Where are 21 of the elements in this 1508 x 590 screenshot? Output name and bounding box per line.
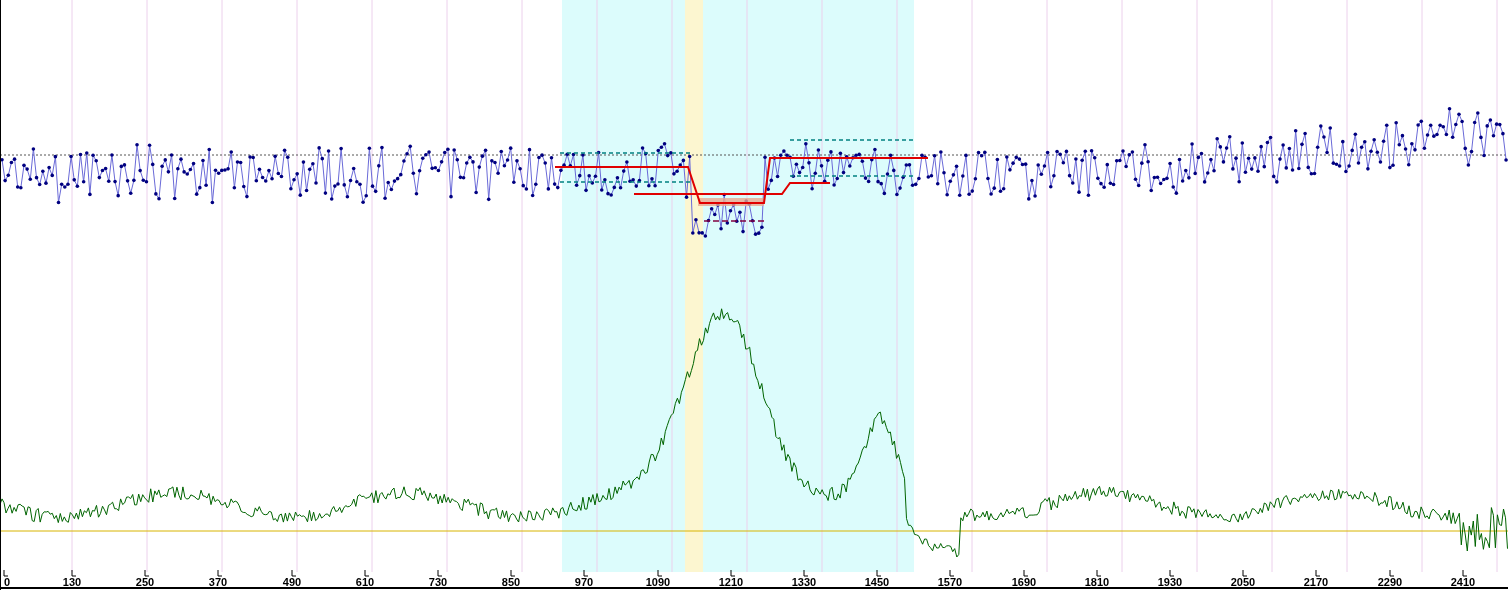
- axis-tick-label: 1210: [718, 576, 744, 588]
- axis-tick-label: 1690: [1011, 576, 1037, 588]
- axis-tick-label: 130: [62, 576, 82, 588]
- axis-tick-label: 2170: [1303, 576, 1329, 588]
- axis-tick-label: 1930: [1157, 576, 1183, 588]
- axis-tick-label: 1090: [645, 576, 671, 588]
- axis-tick-label: 610: [355, 576, 375, 588]
- axis-tick-label: 1450: [864, 576, 890, 588]
- axis-tick-label: 1570: [937, 576, 963, 588]
- axis-tick-label: 1810: [1084, 576, 1110, 588]
- axis-tick-label: 370: [208, 576, 228, 588]
- axis-tick-label: 2290: [1377, 576, 1403, 588]
- axis-tick-label: 0: [4, 576, 11, 588]
- axis-tick-label: 970: [574, 576, 594, 588]
- axis-tick-label: 250: [135, 576, 155, 588]
- axis-tick-label: 490: [282, 576, 302, 588]
- axis-tick-label: 2050: [1230, 576, 1256, 588]
- axis-tick-label: 1330: [791, 576, 817, 588]
- axis-tick-label: 850: [501, 576, 521, 588]
- axis-tick-label: 730: [428, 576, 448, 588]
- axis-tick-label: 2410: [1450, 576, 1476, 588]
